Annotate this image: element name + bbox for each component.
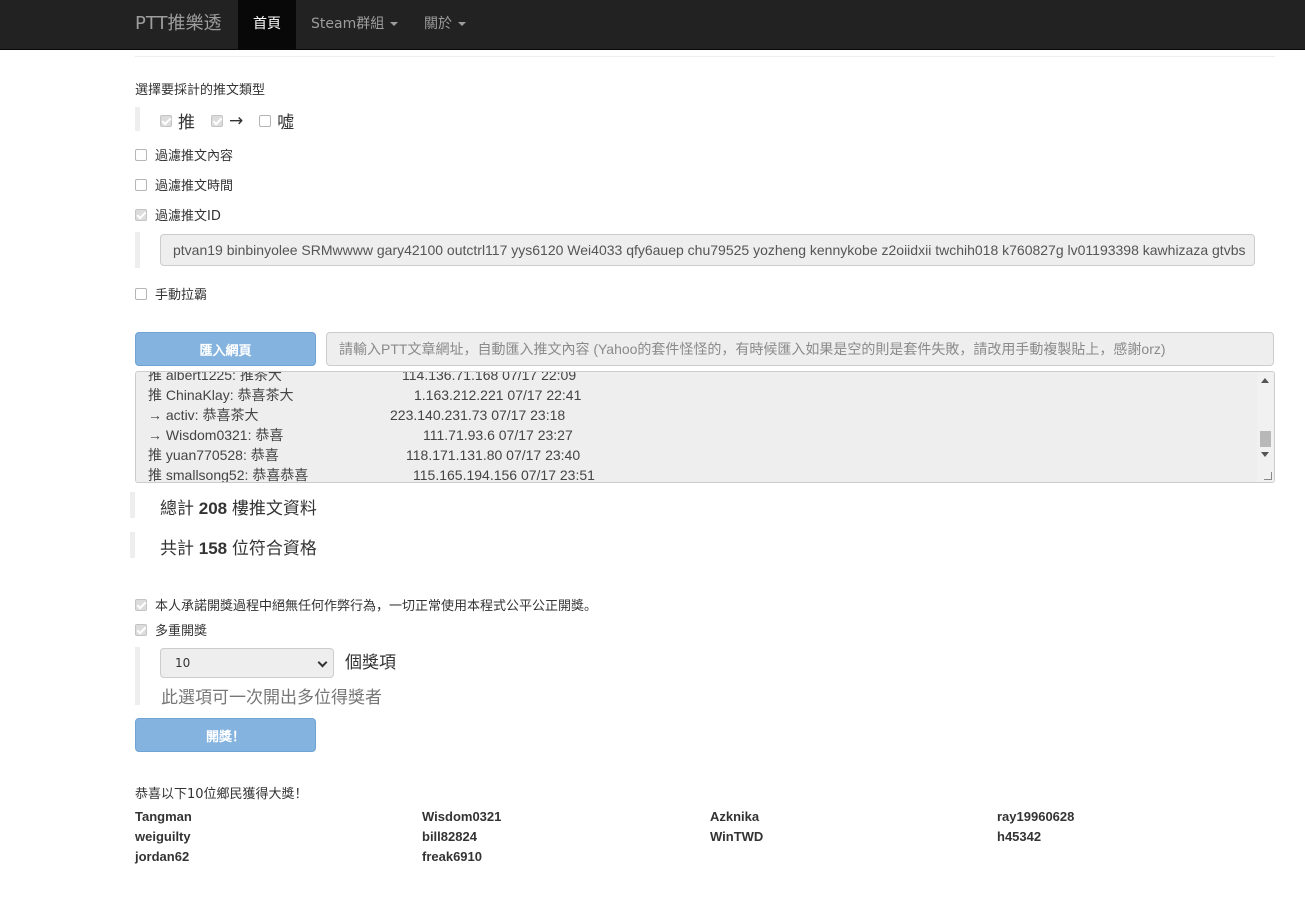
winner-name: h45342 <box>997 829 1042 844</box>
push-type-boo-label: 噓 <box>277 113 295 133</box>
filter-time-label: 過濾推文時間 <box>155 179 234 194</box>
push-line-text: 推 albert1225: 推茶大 <box>148 371 282 383</box>
push-line: 推 albert1225: 推茶大 114.136.71.168 07/17 22… <box>148 371 576 385</box>
push-type-push-checkbox[interactable] <box>160 114 172 127</box>
push-line-text: 推 yuan770528: 恭喜 <box>148 447 279 463</box>
pledge-row[interactable]: 本人承諾開獎過程中絕無任何作弊行為，一切正常使用本程式公平公正開獎。 <box>135 595 597 614</box>
nav-item-steam-group[interactable]: Steam群組 <box>296 0 413 50</box>
push-line-text: → activ: 恭喜茶大 <box>148 407 259 423</box>
eligible-prefix: 共計 <box>160 539 194 558</box>
winner-name: weiguilty <box>135 829 191 844</box>
multi-draw-label: 多重開獎 <box>155 624 208 639</box>
textarea-scrollbar[interactable] <box>1257 372 1274 482</box>
chevron-down-icon <box>317 657 328 668</box>
filter-time-row[interactable]: 過濾推文時間 <box>135 175 233 194</box>
filter-content-label: 過濾推文內容 <box>155 149 234 164</box>
quote-bar <box>130 492 135 518</box>
quote-bar <box>130 532 135 558</box>
filter-id-input[interactable]: ptvan19 binbinyolee SRMwwww gary42100 ou… <box>160 234 1255 266</box>
push-line: 推 ChinaKlay: 恭喜茶大 1.163.212.221 07/17 22:… <box>148 385 581 405</box>
push-line-meta: 115.165.194.156 07/17 23:51 <box>413 467 595 483</box>
push-line: → Wisdom0321: 恭喜 111.71.93.6 07/17 23:27 <box>148 425 573 445</box>
push-type-options: 推 → 噓 <box>160 108 294 133</box>
push-type-boo-checkbox[interactable] <box>259 114 272 127</box>
filter-time-checkbox[interactable] <box>135 178 147 191</box>
push-line-meta: 118.171.131.80 07/17 23:40 <box>406 447 581 463</box>
push-line-meta: 111.71.93.6 07/17 23:27 <box>423 427 573 443</box>
manual-slot-checkbox[interactable] <box>135 287 147 300</box>
eligible-suffix: 位符合資格 <box>231 539 317 558</box>
push-type-heading: 選擇要採計的推文類型 <box>135 83 266 98</box>
winner-name: Wisdom0321 <box>422 809 502 824</box>
prize-unit-label: 個獎項 <box>345 653 396 673</box>
filter-id-checkbox[interactable] <box>135 208 147 221</box>
total-prefix: 總計 <box>160 499 194 518</box>
quote-bar <box>135 647 140 705</box>
winner-name: jordan62 <box>135 849 190 864</box>
total-suffix: 樓推文資料 <box>231 499 317 518</box>
filter-content-row[interactable]: 過濾推文內容 <box>135 145 233 164</box>
article-url-input[interactable]: 請輸入PTT文章網址，自動匯入推文內容 (Yahoo的套件怪怪的，有時候匯入如果… <box>326 332 1274 366</box>
nav-item-about[interactable]: 關於 <box>409 0 481 50</box>
draw-button[interactable]: 開獎！ <box>135 718 316 752</box>
winner-name: bill82824 <box>422 829 477 844</box>
brand-link[interactable]: PTT推樂透 <box>135 0 222 50</box>
manual-slot-label: 手動拉霸 <box>155 288 208 303</box>
multi-draw-help: 此選項可一次開出多位得獎者 <box>161 688 382 708</box>
multi-draw-row[interactable]: 多重開獎 <box>135 620 207 639</box>
filter-id-row[interactable]: 過濾推文ID <box>135 205 221 224</box>
winner-name: Azknika <box>710 809 760 824</box>
nav-item-home-label: 首頁 <box>253 16 281 32</box>
push-type-push-label: 推 <box>178 113 195 133</box>
scroll-up-icon[interactable] <box>1261 378 1269 383</box>
eligible-stat: 共計 158 位符合資格 <box>160 534 317 559</box>
pledge-checkbox[interactable] <box>135 598 147 611</box>
navbar: PTT推樂透 首頁 Steam群組 關於 <box>0 0 1305 50</box>
push-line: 推 yuan770528: 恭喜 118.171.131.80 07/17 23:… <box>148 445 580 465</box>
filter-id-label: 過濾推文ID <box>155 209 221 224</box>
scrollbar-thumb[interactable] <box>1260 431 1271 447</box>
caret-down-icon <box>390 22 399 26</box>
resize-handle-icon[interactable] <box>1264 472 1272 480</box>
push-content-textarea[interactable]: 推 albert1225: 推茶大 114.136.71.168 07/17 22… <box>135 371 1275 483</box>
push-line-text: 推 smallsong52: 恭喜恭喜 <box>148 467 309 483</box>
push-type-arrow-checkbox[interactable] <box>211 114 223 127</box>
import-page-button[interactable]: 匯入網頁 <box>135 332 316 366</box>
push-type-arrow-label: → <box>229 110 244 131</box>
total-push-stat: 總計 208 樓推文資料 <box>160 494 317 519</box>
quote-bar <box>135 232 140 268</box>
total-push-count: 208 <box>198 499 228 518</box>
push-line-meta: 223.140.231.73 07/17 23:18 <box>390 407 566 423</box>
prize-count-value: 10 <box>175 656 191 670</box>
scroll-down-icon[interactable] <box>1261 452 1269 457</box>
nav-item-steam-label: Steam群組 <box>311 16 385 32</box>
winner-name: freak6910 <box>422 849 482 864</box>
multi-draw-checkbox[interactable] <box>135 623 147 636</box>
prize-count-select[interactable]: 10 <box>160 648 334 678</box>
push-line-text: → Wisdom0321: 恭喜 <box>148 427 284 443</box>
winner-name: ray19960628 <box>997 809 1075 824</box>
push-line: → activ: 恭喜茶大 223.140.231.73 07/17 23:18 <box>148 405 565 425</box>
nav-item-home[interactable]: 首頁 <box>238 0 296 50</box>
push-line-text: 推 ChinaKlay: 恭喜茶大 <box>148 387 294 403</box>
manual-slot-row[interactable]: 手動拉霸 <box>135 284 207 303</box>
results-heading: 恭喜以下10位鄉民獲得大獎！ <box>135 787 308 802</box>
winner-name: WinTWD <box>710 829 764 844</box>
push-line-meta: 1.163.212.221 07/17 22:41 <box>414 387 582 403</box>
push-line: 推 smallsong52: 恭喜恭喜 115.165.194.156 07/17… <box>148 465 595 483</box>
winner-name: Tangman <box>135 809 192 824</box>
quote-bar <box>135 107 140 131</box>
nav-item-about-label: 關於 <box>424 16 452 32</box>
divider <box>135 56 1275 57</box>
caret-down-icon <box>458 22 466 26</box>
pledge-label: 本人承諾開獎過程中絕無任何作弊行為，一切正常使用本程式公平公正開獎。 <box>155 599 598 614</box>
push-line-meta: 114.136.71.168 07/17 22:09 <box>402 371 577 383</box>
filter-content-checkbox[interactable] <box>135 148 147 161</box>
eligible-count: 158 <box>198 539 228 558</box>
